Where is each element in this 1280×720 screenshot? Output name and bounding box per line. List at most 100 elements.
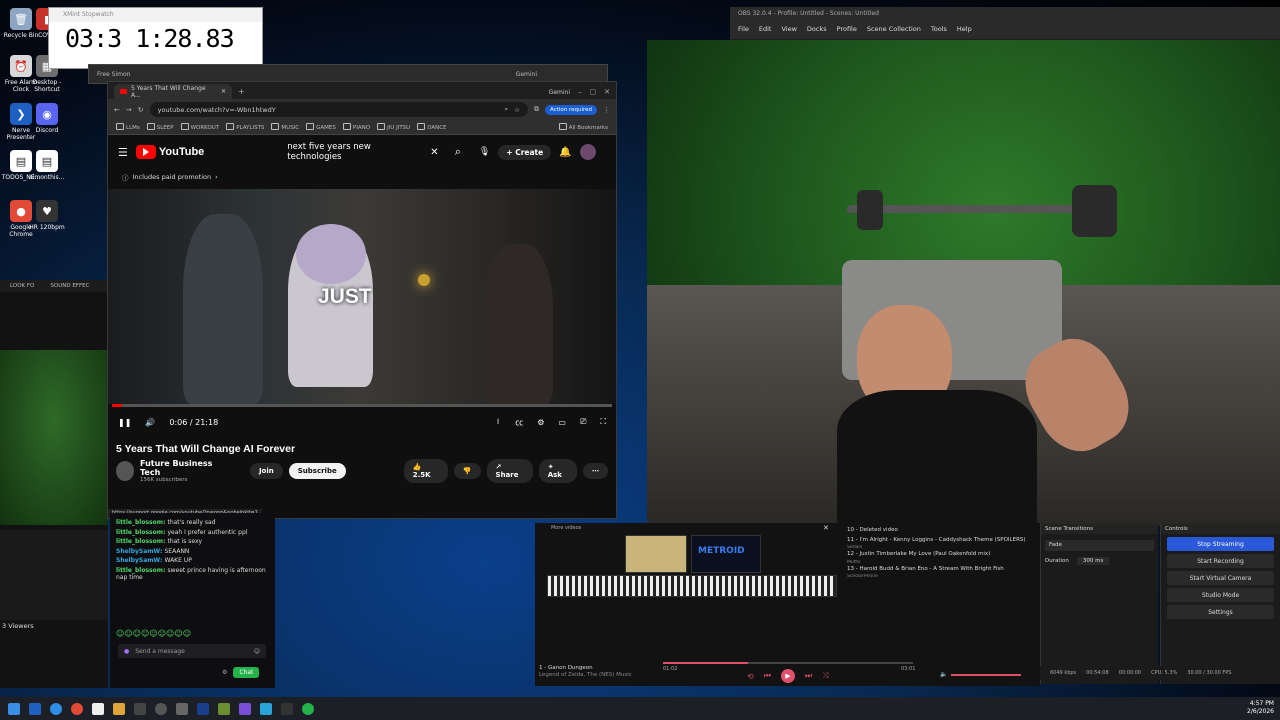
play-icon[interactable]: ▶ [780,669,795,683]
obs-menu-item[interactable]: Scene Collection [867,25,921,35]
system-clock[interactable]: 4:57 PM 2/6/2026 [1247,700,1274,716]
player-volume-icon[interactable]: 🔈 [940,671,947,678]
start-recording-button[interactable]: Start Recording [1167,554,1274,568]
nerve-presenter-icon[interactable] [29,702,41,715]
settings-button[interactable]: Settings [1167,605,1274,619]
chat-username[interactable]: ShelbySamW: [116,548,164,555]
bookmark-folder[interactable]: WORKOUT [181,123,220,131]
chat-username[interactable]: little_blossom: [116,538,167,545]
chat-username[interactable]: little_blossom: [116,567,167,574]
pause-icon[interactable]: ❚❚ [118,418,131,427]
more-actions-icon[interactable]: ⋯ [583,463,608,479]
subscribe-button[interactable]: Subscribe [288,463,346,479]
action-required-button[interactable]: Action required [544,104,597,115]
chat-input[interactable]: ● Send a message ☺ [118,644,266,658]
obs-menu-item[interactable]: File [738,25,749,35]
hamburger-menu-icon[interactable]: ☰ [118,146,128,159]
app-icon[interactable] [134,702,146,715]
steam-icon[interactable] [176,702,188,715]
desktop-icon[interactable]: ▤ simonthis... [26,150,68,181]
studio-mode-button[interactable]: Studio Mode [1167,588,1274,602]
bookmark-folder[interactable]: PIANO [343,123,370,131]
bookmark-star-icon[interactable]: ☆ [514,106,520,114]
app-icon[interactable] [281,702,293,715]
miniplayer-icon[interactable]: ▭ [558,418,566,427]
fullscreen-icon[interactable]: ⛶ [600,417,606,427]
zelda-thumbnail[interactable] [625,535,687,573]
background-tab-title[interactable]: Free Simon [97,71,130,78]
volume-icon[interactable]: 🔊 [145,418,155,427]
bookmark-folder[interactable]: JIU JITSU [377,123,410,131]
avatar[interactable] [579,144,596,160]
start-virtual-camera-button[interactable]: Start Virtual Camera [1167,571,1274,585]
stop-streaming-button[interactable]: Stop Streaming [1167,537,1274,551]
search-icon[interactable]: ⌕ [455,145,461,159]
close-tab-icon[interactable]: ✕ [221,88,226,95]
clear-search-icon[interactable]: ✕ [430,147,438,158]
reload-icon[interactable]: ↻ [138,106,144,114]
chat-username[interactable]: little_blossom: [116,519,167,526]
player-progress-bar[interactable] [663,662,913,664]
repeat-icon[interactable]: ⟲ [747,672,754,681]
obs-menu-item[interactable]: Tools [931,25,947,35]
bookmark-look[interactable]: LOOK FO [10,283,34,289]
obs-menu-item[interactable]: Docks [807,25,827,35]
start-menu-icon[interactable] [8,702,20,715]
next-icon[interactable]: ⏭ [805,671,812,681]
mic-icon[interactable]: 🎙 [479,147,490,157]
join-button[interactable]: Join [249,463,283,479]
minimize-icon[interactable]: – [578,88,582,96]
address-bar[interactable]: youtube.com/watch?v=-Wbn1htwdY ⌕ ☆ [149,102,528,117]
bookmark-folder[interactable]: LLMs [116,123,140,131]
share-button[interactable]: ↗ Share [486,459,533,483]
close-window-icon[interactable]: ✕ [604,88,610,96]
playlist-item[interactable]: 10 - Deleted video [847,526,1037,536]
emoji-icon[interactable]: ☺ [254,648,260,655]
playlist-item[interactable]: 12 - Justin Timberlake My Love (Paul Oak… [847,550,1037,560]
notifications-icon[interactable]: 🔔 [559,147,571,158]
video-player[interactable]: JUST [108,189,616,404]
file-icon[interactable] [92,702,104,715]
gemini-button[interactable]: Gemini [549,89,570,96]
previous-icon[interactable]: ⏮ [764,671,771,681]
bookmark-sound[interactable]: SOUND EFFEC [50,283,89,289]
obs-menu-item[interactable]: Help [957,25,972,35]
create-button[interactable]: + Create [498,144,552,160]
bookmark-folder[interactable]: GAMES [306,123,336,131]
close-more-videos-icon[interactable]: ✕ [823,524,829,532]
playlist-item[interactable]: 11 - I'm Alright - Kenny Loggins - Caddy… [847,536,1037,546]
all-bookmarks[interactable]: All Bookmarks [559,123,608,131]
obs-menu-item[interactable]: Edit [759,25,772,35]
gemini-button[interactable]: Gemini [516,71,537,78]
captions-icon[interactable]: ㏄ [515,417,523,428]
chat-settings-icon[interactable]: ⚙ [222,669,227,676]
transition-select[interactable]: Fade [1045,540,1154,551]
playlist-item[interactable]: 13 - Harold Budd & Brian Eno - A Stream … [847,565,1037,575]
app-icon[interactable] [260,702,272,715]
bookmark-folder[interactable]: DANCE [417,123,446,131]
tab-youtube[interactable]: 5 Years That Will Change A... ✕ [114,84,232,99]
emote-icon[interactable]: ☺☺☺☺☺☺☺☺☺ [116,629,191,638]
desktop-icon[interactable]: ♥ HR 120bpm [26,200,68,231]
like-button[interactable]: 👍 2.5K [403,459,448,483]
metroid-thumbnail[interactable]: METROID [691,535,761,573]
app-icon[interactable] [197,702,209,715]
bookmark-folder[interactable]: SLEEP [147,123,174,131]
maximize-icon[interactable]: ▢ [590,88,597,96]
chat-send-button[interactable]: Chat [233,667,260,678]
webcam-preview[interactable] [647,40,1280,525]
new-tab-icon[interactable]: + [238,87,245,96]
back-icon[interactable]: ← [114,106,120,114]
extensions-icon[interactable]: ⧉ [534,105,539,114]
bookmark-folder[interactable]: MUSIC [271,123,299,131]
chat-username[interactable]: ShelbySamW: [116,557,164,564]
youtube-logo[interactable]: YouTube [135,145,204,159]
chat-username[interactable]: little_blossom: [116,529,167,536]
menu-icon[interactable]: ⋮ [603,106,610,114]
paid-promotion-badge[interactable]: ⓘ Includes paid promotion › [108,169,616,184]
ask-button[interactable]: ✦ Ask [538,459,577,483]
channel-name[interactable]: Future Business Tech [140,459,226,477]
emote-row[interactable]: ☺☺☺☺☺☺☺☺☺ [116,629,191,638]
desktop-icon[interactable]: ◉ Discord [26,103,68,134]
duration-input[interactable]: 300 ms [1076,557,1110,565]
